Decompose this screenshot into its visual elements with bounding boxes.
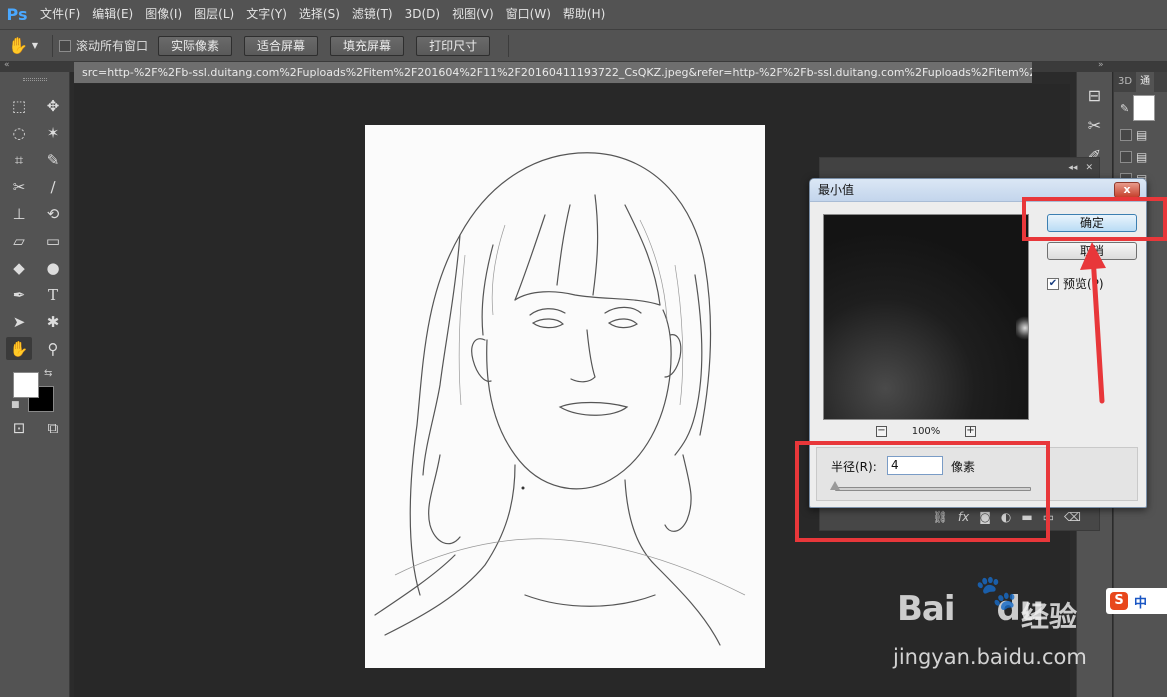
menu-3d[interactable]: 3D(D) [399,0,446,29]
healing-icon[interactable]: ✂ [2,173,36,200]
scroll-all-windows-label: 滚动所有窗口 [76,39,149,53]
visibility-box[interactable] [1120,129,1132,141]
preview-zoom-controls: − 100% + [876,426,976,437]
crop-icon[interactable]: ⌗ [2,146,36,173]
document-tab[interactable]: src=http-%2F%2Fb-ssl.duitang.com%2Fuploa… [74,62,1032,84]
type-icon[interactable]: T [36,281,70,308]
gradient-icon[interactable]: ▭ [36,227,70,254]
layer-thumbnail[interactable] [1133,95,1156,121]
brush-icon[interactable]: ∕ [36,173,70,200]
scroll-all-windows-checkbox[interactable]: 滚动所有窗口 [59,37,148,54]
document-icon: ▤ [1136,150,1148,164]
menu-help[interactable]: 帮助(H) [557,0,611,29]
watermark-url: jingyan.baidu.com [893,645,1087,669]
menu-select[interactable]: 选择(S) [293,0,346,29]
screen-mode-icon[interactable]: ⧉ [36,414,70,441]
dialog-close-button[interactable]: x [1114,182,1140,198]
tools-panel: ⬚ ✥ ◌ ✶ ⌗ ✎ ✂ ∕ ⊥ ⟲ ▱ ▭ ◆ ● ✒ T ➤ ✱ ✋ ⚲ … [0,72,70,697]
menu-file[interactable]: 文件(F) [34,0,86,29]
actual-pixels-button[interactable]: 实际像素 [158,35,233,56]
menu-type[interactable]: 文字(Y) [240,0,293,29]
fit-screen-button[interactable]: 适合屏幕 [244,35,319,56]
lasso-icon[interactable]: ◌ [2,119,36,146]
annotation-arrow [1080,242,1106,404]
menu-bar: Ps 文件(F) 编辑(E) 图像(I) 图层(L) 文字(Y) 选择(S) 滤… [0,0,1167,29]
zoom-level: 100% [911,426,941,437]
default-colors-icon[interactable]: ■ [11,400,20,410]
menu-window[interactable]: 窗口(W) [500,0,557,29]
quick-mask-icon[interactable]: ⊡ [2,414,36,441]
tool-preset-picker[interactable]: ✋ ▼ [0,36,46,55]
tools-options-icon[interactable]: ✂ [1077,110,1112,140]
eyedropper-icon[interactable]: ✎ [36,146,70,173]
fill-screen-button[interactable]: 填充屏幕 [330,35,405,56]
menu-layer[interactable]: 图层(L) [188,0,240,29]
caret-down-icon: ▼ [31,41,39,50]
watermark-brand-cn: 经验 [1021,600,1078,633]
panel-grip[interactable] [0,72,69,86]
history-icon[interactable]: ⊟ [1077,80,1112,110]
sketch-image [365,125,765,668]
zoom-icon[interactable]: ⚲ [36,335,70,362]
tab-channels[interactable]: 通 [1136,72,1155,92]
hand-tool-icon[interactable]: ✋ [6,337,32,360]
menu-image[interactable]: 图像(I) [139,0,188,29]
collapse-icon[interactable]: ◂◂ [1068,163,1077,173]
swap-colors-icon[interactable]: ⇆ [44,368,52,379]
ok-button-highlight [1022,197,1167,241]
baidu-watermark: Bai du 🐾 经验 jingyan.baidu.com [893,573,1103,693]
radius-highlight [795,441,1050,542]
stamp-icon[interactable]: ⊥ [2,200,36,227]
ime-language: 中 [1134,595,1148,611]
collapse-right-icon[interactable]: » [1098,60,1104,70]
collapse-left-icon[interactable]: « [4,60,10,70]
preview-highlight [1016,315,1028,341]
filter-preview[interactable] [823,214,1029,420]
sogou-logo-icon: S [1110,592,1128,610]
paw-icon: 🐾 [975,573,1018,613]
document-icon: ▤ [1136,128,1148,142]
input-method-indicator[interactable]: S 中 [1106,588,1167,614]
zoom-out-button[interactable]: − [876,426,887,437]
path-select-icon[interactable]: ➤ [2,308,36,335]
options-bar: ✋ ▼ 滚动所有窗口 实际像素 适合屏幕 填充屏幕 打印尺寸 [0,29,1167,62]
pen-icon[interactable]: ✒ [2,281,36,308]
photoshop-logo: Ps [6,5,28,24]
foreground-color-swatch[interactable] [13,372,39,398]
divider [52,34,53,57]
color-swatches: ⇆ ■ [0,366,69,414]
divider [508,34,510,57]
document-tab-title: src=http-%2F%2Fb-ssl.duitang.com%2Fuploa… [82,66,1032,79]
checkbox-box[interactable] [59,39,71,52]
marquee-icon[interactable]: ⬚ [2,92,36,119]
print-size-button[interactable]: 打印尺寸 [416,35,491,56]
pencil-sketch-portrait [374,152,746,646]
shape-icon[interactable]: ✱ [36,308,70,335]
layers-panel-header: ◂◂ ✕ [820,158,1099,178]
dodge-icon[interactable]: ● [36,254,70,281]
move-icon[interactable]: ✥ [36,92,70,119]
trash-icon[interactable]: ⌫ [1064,510,1081,524]
zoom-in-button[interactable]: + [965,426,976,437]
menu-view[interactable]: 视图(V) [446,0,500,29]
hand-icon: ✋ [7,36,28,55]
magic-wand-icon[interactable]: ✶ [36,119,70,146]
blur-icon[interactable]: ◆ [2,254,36,281]
eraser-icon[interactable]: ▱ [2,227,36,254]
close-icon[interactable]: ✕ [1085,163,1093,173]
menu-filter[interactable]: 滤镜(T) [346,0,399,29]
visibility-box[interactable] [1120,151,1132,163]
checkmark-icon[interactable]: ✔ [1047,277,1059,290]
tab-3d[interactable]: 3D [1114,72,1136,92]
history-brush-icon[interactable]: ⟲ [36,200,70,227]
menu-edit[interactable]: 编辑(E) [86,0,139,29]
pencil-icon: ✎ [1120,101,1130,115]
